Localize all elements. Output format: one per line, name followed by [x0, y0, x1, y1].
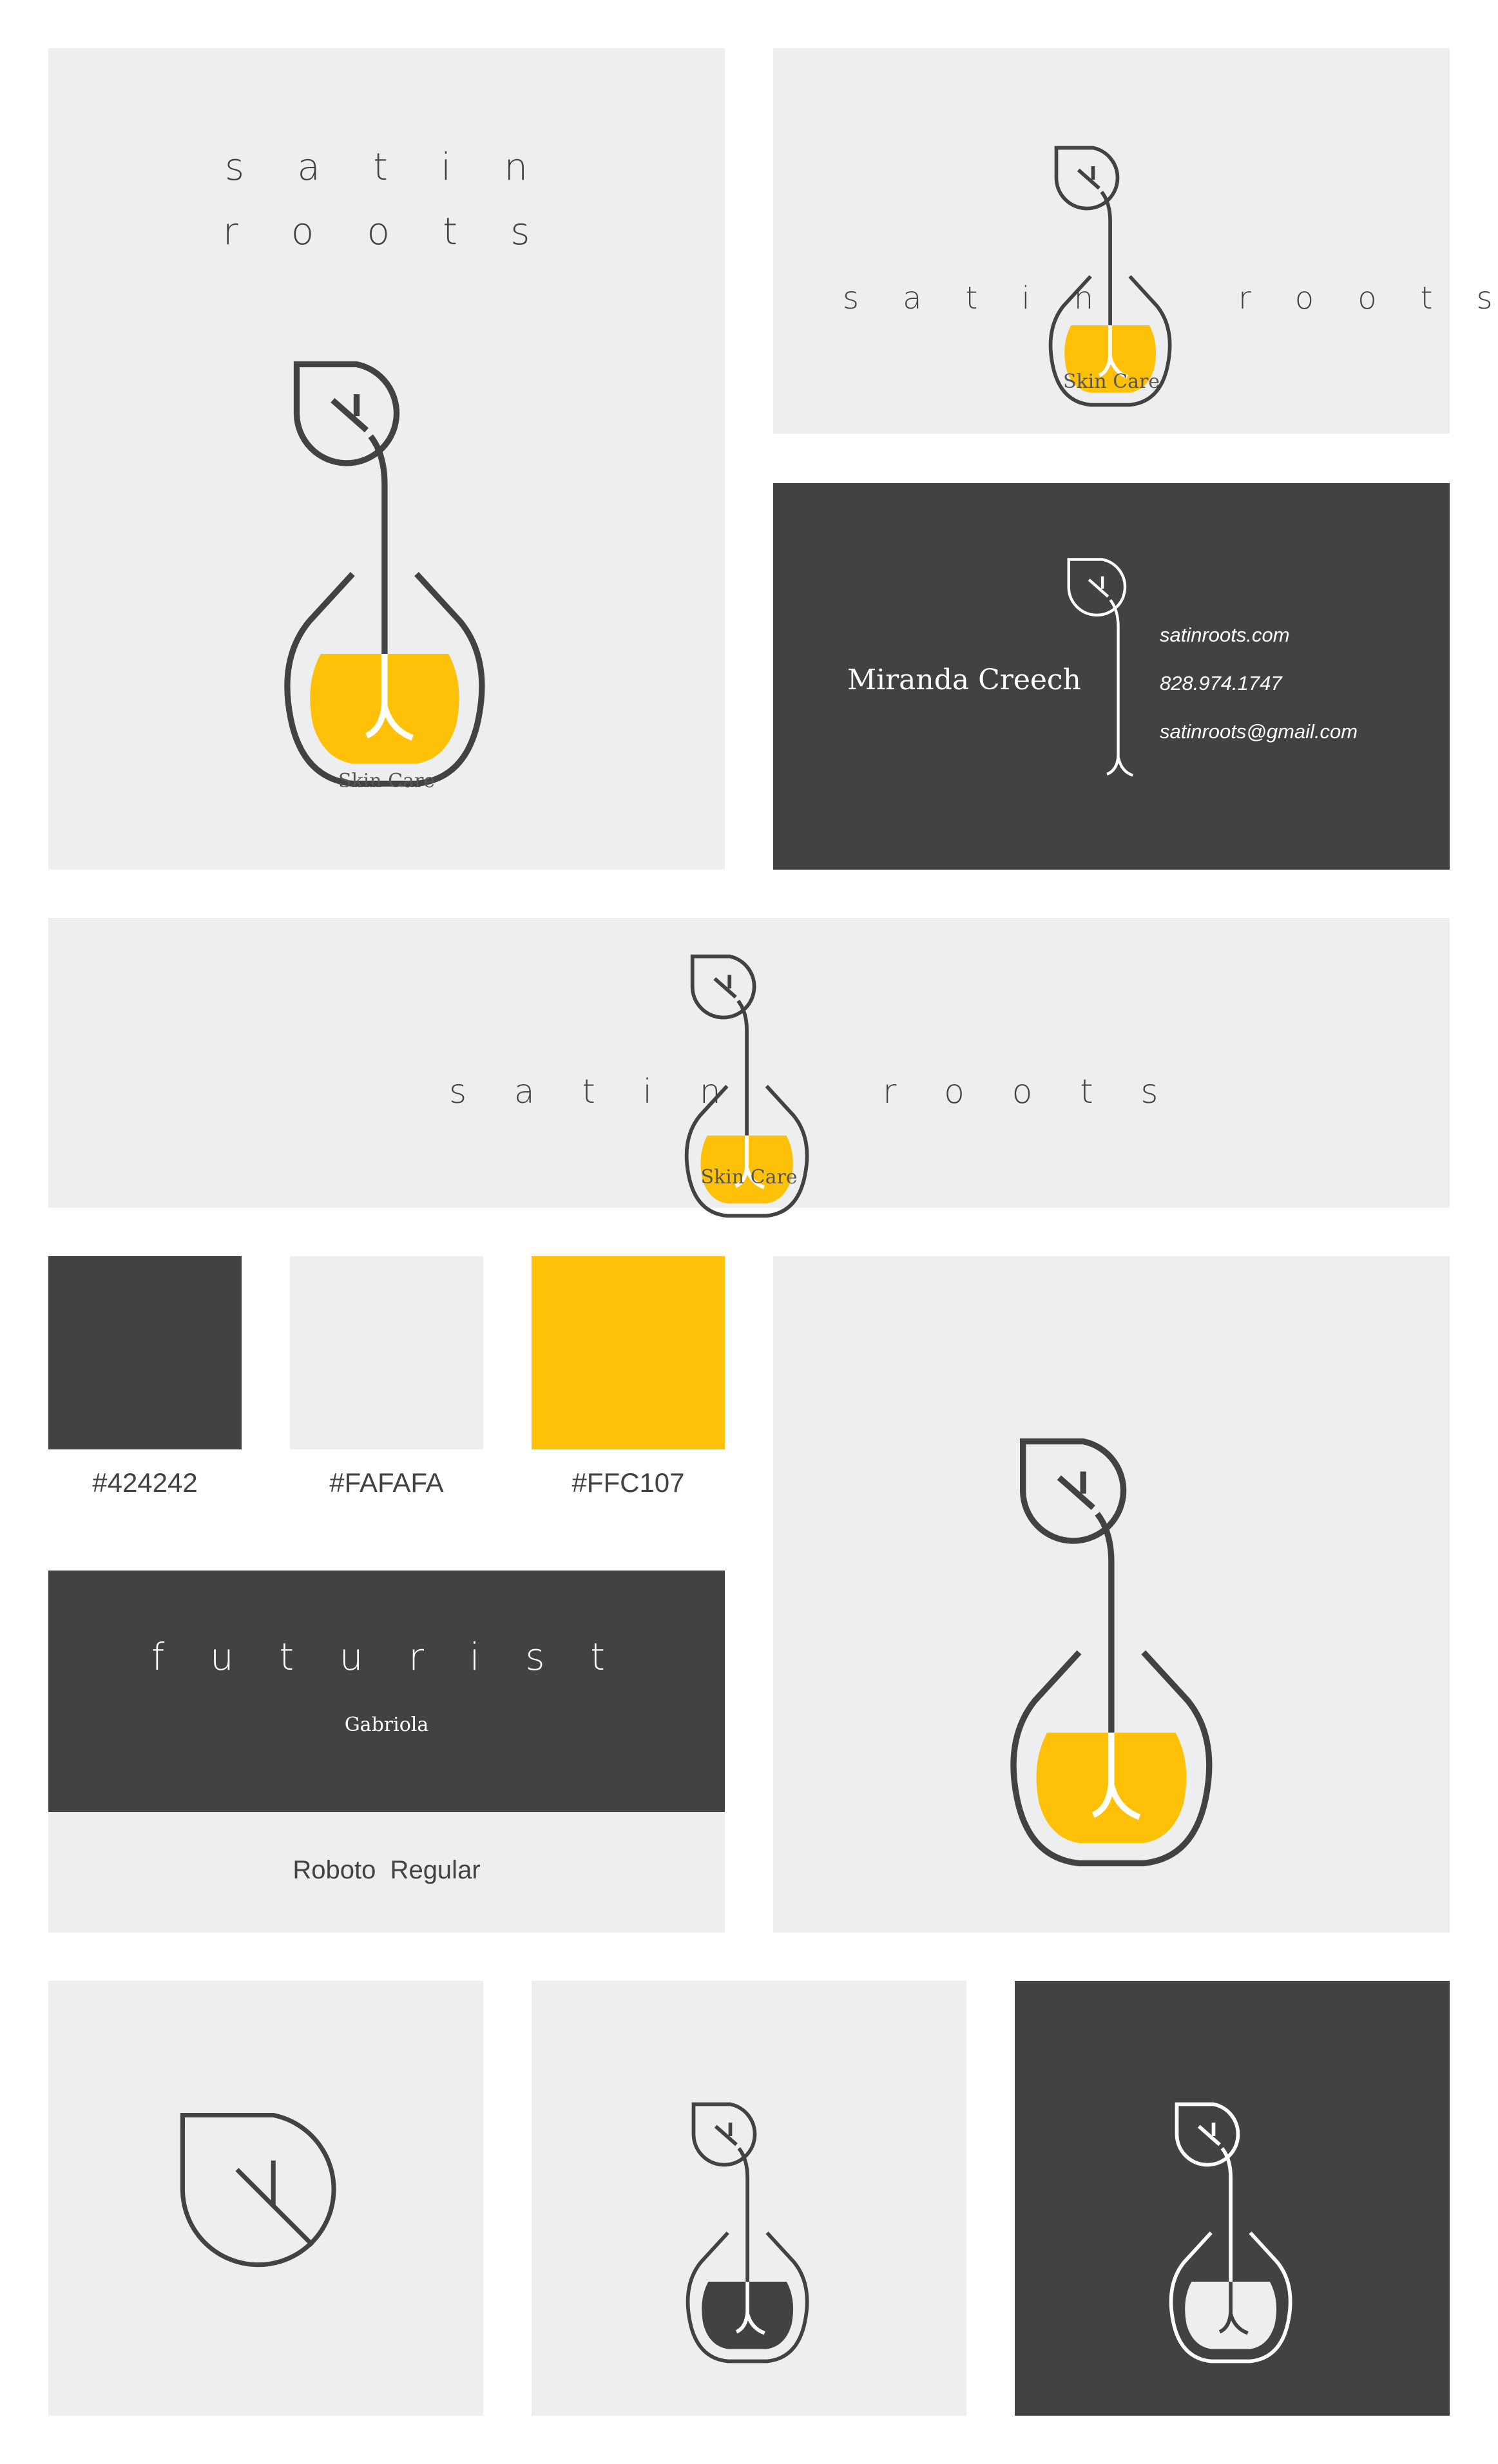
satin-roots-logo-icon: [1171, 2098, 1293, 2367]
tagline: Skin Care: [338, 770, 436, 792]
card-name: Miranda Creech: [847, 664, 1081, 696]
color-label-dark: #424242: [92, 1467, 198, 1498]
horizontal-logo-panel: s a t i n r o o t s Skin Care: [773, 48, 1493, 434]
business-card-panel: Miranda Creech satinroots.com 828.974.17…: [773, 483, 1450, 870]
color-label-light: #FAFAFA: [329, 1467, 444, 1498]
typography-panel: f u t u r i s t Gabriola: [48, 1571, 725, 1812]
leaf-mark-panel: [48, 1981, 483, 2416]
large-icon-panel: [773, 1256, 1450, 1933]
tagline: Skin Care: [700, 1166, 798, 1189]
wide-logo-panel: s a t i n r o o t s Skin Care: [48, 918, 1450, 1208]
brand-word-roots: r o o t s: [222, 209, 551, 253]
vertical-logo-panel: s a t i n r o o t s Skin Care: [48, 48, 725, 870]
card-phone: 828.974.1747: [1160, 672, 1282, 694]
color-swatch-accent: [532, 1256, 725, 1449]
display-font-sample: f u t u r i s t: [151, 1635, 622, 1679]
leaf-stem-icon: [1067, 558, 1133, 777]
satin-roots-logo-icon: [687, 2098, 810, 2367]
tagline: Skin Care: [1062, 370, 1160, 393]
inverse-logo-panel: [1015, 1981, 1450, 2416]
brand-word-roots: r o o t s: [1238, 280, 1498, 316]
body-font-sample: Roboto Regular: [293, 1856, 481, 1884]
color-swatch-dark: [48, 1256, 242, 1449]
satin-roots-logo-icon: [287, 354, 486, 794]
color-label-accent: #FFC107: [571, 1467, 685, 1498]
card-email: satinroots@gmail.com: [1160, 720, 1358, 743]
color-swatch-light: [290, 1256, 483, 1449]
secondary-font-sample: Gabriola: [344, 1714, 429, 1736]
leaf-icon: [180, 2112, 336, 2268]
brand-word-roots: r o o t s: [883, 1073, 1177, 1111]
satin-roots-logo-icon: [1013, 1431, 1214, 1873]
card-website: satinroots.com: [1160, 624, 1290, 646]
mono-logo-panel: [532, 1981, 966, 2416]
brand-word-satin: s a t i n: [224, 145, 549, 189]
body-font-panel: Roboto Regular: [48, 1812, 725, 1933]
